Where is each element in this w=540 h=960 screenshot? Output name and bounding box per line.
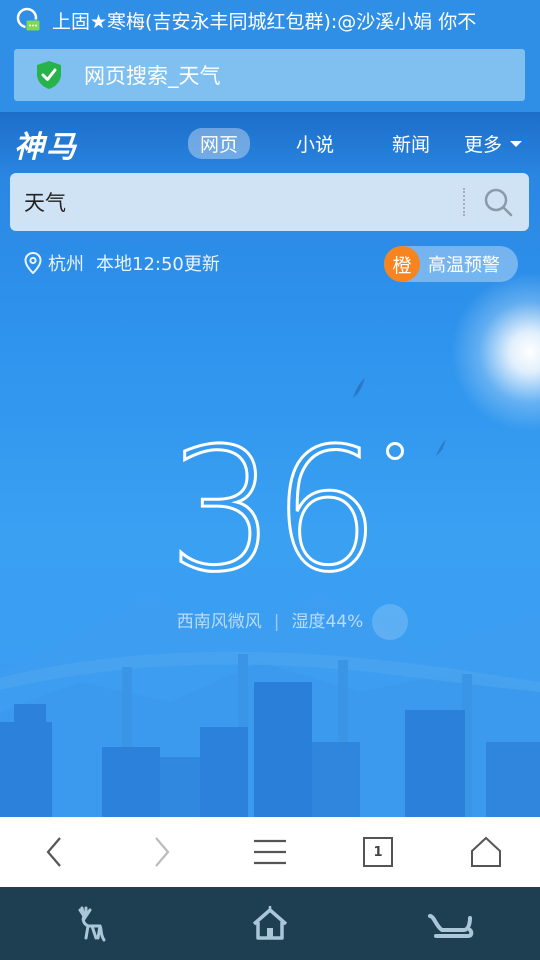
deer-button[interactable] xyxy=(55,894,125,954)
sleigh-icon xyxy=(428,913,474,938)
sleigh-button[interactable] xyxy=(415,894,485,954)
separator: | xyxy=(273,612,280,632)
search-box[interactable]: 天气 xyxy=(10,173,529,231)
tab-novel[interactable]: 小说 xyxy=(284,128,346,159)
search-icon[interactable] xyxy=(481,185,515,219)
alert-level-badge: 橙 xyxy=(384,246,420,282)
weather-alert-badge[interactable]: 橙 高温预警 xyxy=(384,246,518,282)
menu-button[interactable] xyxy=(240,822,300,882)
update-time: 本地12:50更新 xyxy=(96,254,220,275)
home-button[interactable] xyxy=(456,822,516,882)
more-menu[interactable]: 更多 xyxy=(464,130,523,157)
tab-web[interactable]: 网页 xyxy=(188,128,251,159)
tab-news[interactable]: 新闻 xyxy=(380,128,442,159)
notification-text[interactable]: 上固★寒梅(吉安永丰同城红包群):@沙溪小娟 你不 xyxy=(52,7,532,34)
humidity-text: 湿度44% xyxy=(291,612,364,632)
status-bar: 上固★寒梅(吉安永丰同城红包群):@沙溪小娟 你不 xyxy=(0,0,540,40)
temperature-value: 36 xyxy=(166,412,381,610)
back-button[interactable] xyxy=(24,822,84,882)
page-title: 网页搜索_天气 xyxy=(84,64,221,88)
url-bar[interactable]: 网页搜索_天气 xyxy=(14,49,525,101)
browser-toolbar: 1 xyxy=(0,817,540,887)
search-input[interactable]: 天气 xyxy=(24,187,463,217)
bird-icon xyxy=(353,378,365,398)
home-icon xyxy=(471,836,501,867)
wind-text: 西南风微风 xyxy=(176,612,262,632)
chevron-left-icon xyxy=(46,837,61,867)
home-nav-button[interactable] xyxy=(235,894,305,954)
tabs-button[interactable]: 1 xyxy=(348,822,408,882)
weather-card: 神马 网页 小说 新闻 更多 天气 杭州 本地12:50更新 橙 高温预警 36… xyxy=(0,112,540,817)
deer-icon xyxy=(78,906,106,941)
app-header: 神马 网页 小说 新闻 更多 xyxy=(0,112,540,172)
shenma-logo[interactable]: 神马 xyxy=(14,122,78,166)
house-icon xyxy=(252,905,288,940)
alert-text: 高温预警 xyxy=(428,255,500,276)
sun-glow xyxy=(450,272,540,432)
location-pin-icon xyxy=(24,252,42,274)
wind-humidity-row: 西南风微风 | 湿度44% xyxy=(0,607,540,632)
menu-icon xyxy=(254,839,286,865)
forward-button[interactable] xyxy=(132,822,192,882)
search-divider xyxy=(463,188,465,216)
chevron-down-icon xyxy=(510,140,523,147)
more-label: 更多 xyxy=(464,134,503,156)
shield-check-icon xyxy=(37,61,61,89)
city-name[interactable]: 杭州 xyxy=(48,250,84,276)
qq-notification-icon xyxy=(16,7,41,32)
tab-count: 1 xyxy=(373,844,383,860)
top-nav: 网页 小说 新闻 更多 xyxy=(188,128,523,159)
bottom-nav xyxy=(0,887,540,960)
url-bar-container: 网页搜索_天气 xyxy=(0,40,540,112)
degree-icon xyxy=(386,442,404,460)
chevron-right-icon xyxy=(155,837,170,867)
temperature-display: 36 xyxy=(0,425,540,598)
location-row: 杭州 本地12:50更新 xyxy=(24,250,220,276)
